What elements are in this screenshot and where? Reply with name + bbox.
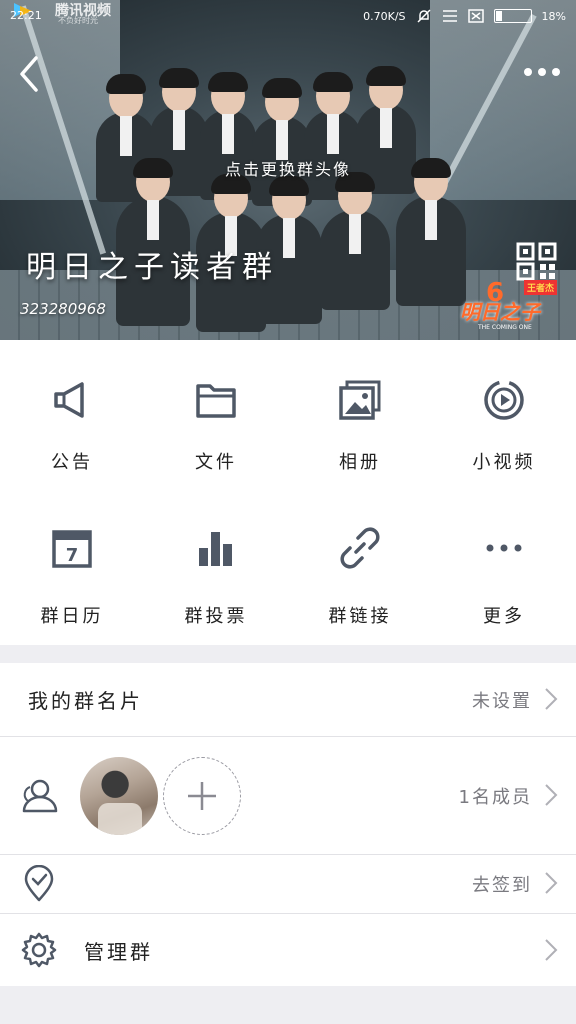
feature-label: 群日历	[40, 606, 104, 627]
group-name: 明日之子读者群	[26, 250, 278, 285]
network-speed: 0.70K/S	[363, 9, 406, 23]
status-brand-tagline: 不负好时光	[58, 16, 98, 25]
chevron-right-icon	[545, 688, 558, 710]
more-options-icon[interactable]	[522, 62, 562, 82]
album-icon	[339, 380, 381, 420]
chevron-right-icon	[545, 939, 558, 961]
location-check-icon	[24, 865, 54, 902]
feature-label: 小视频	[472, 452, 536, 473]
show-logo-subtitle: THE COMING ONE	[478, 324, 532, 331]
my-group-card-value: 未设置	[472, 691, 532, 712]
members-row[interactable]: 1名成员	[0, 737, 576, 854]
member-avatar[interactable]	[80, 757, 158, 835]
check-in-row[interactable]: 去签到	[0, 855, 576, 913]
members-icon	[22, 779, 58, 813]
feature-grid: 公告 文件 相册 小视频 7 群日历 群投票 群链接 更多	[0, 340, 576, 645]
menu-lines-icon	[442, 10, 457, 22]
back-arrow-icon[interactable]	[14, 54, 46, 94]
chevron-right-icon	[545, 784, 558, 806]
calendar-day: 7	[66, 545, 79, 566]
feature-announcement[interactable]: 公告	[0, 340, 144, 490]
feature-label: 群投票	[184, 606, 248, 627]
group-cover-photo[interactable]: 22:21 腾讯视频 不负好时光 0.70K/S 18% 点击更换群头像 明日之…	[0, 0, 576, 340]
change-avatar-hint[interactable]: 点击更换群头像	[0, 156, 576, 180]
qr-code-icon[interactable]	[516, 242, 558, 282]
link-icon	[340, 527, 380, 569]
status-time: 22:21	[10, 9, 42, 22]
video-icon	[484, 380, 524, 420]
plus-icon	[188, 782, 216, 810]
folder-icon	[196, 384, 236, 418]
show-logo-title: 明日之子	[460, 300, 540, 324]
sim-off-icon	[467, 9, 484, 23]
megaphone-icon	[54, 382, 84, 418]
feature-more[interactable]: 更多	[432, 490, 576, 645]
feature-label: 文件	[195, 452, 237, 473]
chevron-right-icon	[545, 872, 558, 894]
show-logo-tag: 王者杰	[524, 280, 558, 295]
manage-group-row[interactable]: 管理群	[0, 914, 576, 986]
status-bar: 22:21 腾讯视频 不负好时光 0.70K/S 18%	[0, 0, 576, 32]
feature-calendar[interactable]: 7 群日历	[0, 490, 144, 645]
show-logo: 6 王者杰 明日之子 THE COMING ONE	[456, 278, 568, 336]
feature-vote[interactable]: 群投票	[144, 490, 288, 645]
my-group-card-row[interactable]: 我的群名片 未设置	[0, 663, 576, 736]
group-id: 323280968	[20, 300, 106, 318]
check-in-value: 去签到	[472, 875, 532, 896]
feature-label: 更多	[483, 606, 525, 627]
member-count: 1名成员	[458, 787, 532, 808]
feature-link[interactable]: 群链接	[288, 490, 432, 645]
feature-label: 相册	[339, 452, 381, 473]
photo-person	[320, 172, 390, 310]
feature-files[interactable]: 文件	[144, 340, 288, 490]
mute-bell-icon	[417, 9, 431, 23]
battery-icon	[493, 9, 532, 23]
add-member-button[interactable]	[163, 757, 241, 835]
battery-percent: 18%	[541, 9, 566, 23]
my-group-card-label: 我的群名片	[28, 689, 143, 713]
feature-album[interactable]: 相册	[288, 340, 432, 490]
manage-group-label: 管理群	[84, 940, 153, 964]
vote-icon	[199, 532, 232, 566]
status-icons: 0.70K/S 18%	[363, 8, 566, 24]
feature-label: 公告	[51, 452, 93, 473]
feature-short-video[interactable]: 小视频	[432, 340, 576, 490]
feature-label: 群链接	[328, 606, 392, 627]
more-dots-icon	[486, 544, 522, 552]
gear-icon	[21, 932, 57, 968]
calendar-icon: 7	[52, 530, 92, 568]
